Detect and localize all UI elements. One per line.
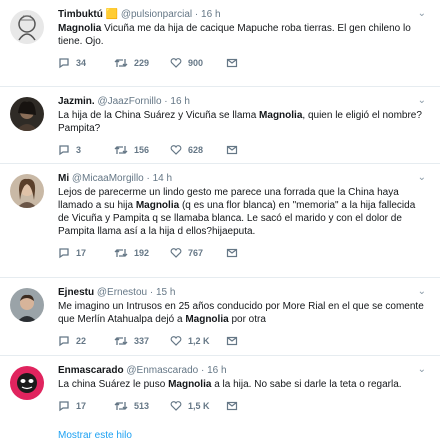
reply-button[interactable]: 34 <box>58 57 114 69</box>
chevron-down-icon[interactable]: ⌄ <box>418 95 426 106</box>
tweet-time[interactable]: 16 h <box>170 96 189 107</box>
tweet-time[interactable]: 16 h <box>207 365 226 376</box>
show-thread-link[interactable]: Mostrar este hilo <box>0 424 440 441</box>
highlighted-term: Magnolia <box>135 200 180 211</box>
reply-icon <box>59 401 69 412</box>
retweet-icon <box>114 337 128 345</box>
envelope-icon <box>226 248 238 258</box>
chevron-down-icon[interactable]: ⌄ <box>418 364 426 375</box>
reply-icon <box>59 336 69 347</box>
like-button[interactable]: 900 <box>170 57 226 69</box>
retweet-button[interactable]: 192 <box>114 247 170 259</box>
user-name[interactable]: Timbuktú <box>58 9 103 20</box>
heart-icon <box>170 145 182 155</box>
user-name[interactable]: Enmascarado <box>58 365 124 376</box>
avatar[interactable] <box>10 174 44 208</box>
user-handle[interactable]: @pulsionparcial <box>121 9 192 20</box>
retweet-icon <box>114 146 128 154</box>
highlighted-term: Magnolia <box>58 23 102 34</box>
retweet-button[interactable]: 156 <box>114 144 170 156</box>
highlighted-term: Magnolia <box>168 379 212 390</box>
chevron-down-icon[interactable]: ⌄ <box>418 172 426 183</box>
avatar[interactable] <box>10 97 44 131</box>
share-button[interactable] <box>226 335 282 347</box>
heart-icon <box>170 248 182 258</box>
chevron-down-icon[interactable]: ⌄ <box>418 8 426 19</box>
user-name[interactable]: Jazmin. <box>58 96 95 107</box>
avatar[interactable] <box>10 10 44 44</box>
reply-icon <box>59 58 69 69</box>
envelope-icon <box>226 401 238 411</box>
tweet-text: La hija de la China Suárez y Vicuña se l… <box>58 110 422 134</box>
reply-button[interactable]: 17 <box>58 400 114 412</box>
retweet-icon <box>114 402 128 410</box>
heart-icon <box>170 58 182 68</box>
reply-button[interactable]: 22 <box>58 335 114 347</box>
user-name[interactable]: Ejnestu <box>58 287 94 298</box>
tweet[interactable]: Jazmin. @JaazFornillo · 16 h ⌄ La hija d… <box>0 87 440 164</box>
share-button[interactable] <box>226 247 282 259</box>
reply-button[interactable]: 3 <box>58 144 114 156</box>
tweet[interactable]: Mi @MicaaMorgillo · 14 h ⌄ Lejos de pare… <box>0 164 440 278</box>
like-button[interactable]: 1,5 K <box>170 400 226 412</box>
retweet-icon <box>114 249 128 257</box>
retweet-icon <box>114 59 128 67</box>
tweet-text: Magnolia Vicuña me da hija de cacique Ma… <box>58 23 411 47</box>
envelope-icon <box>226 145 238 155</box>
user-name[interactable]: Mi <box>58 173 69 184</box>
tweet-time[interactable]: 15 h <box>156 287 175 298</box>
tweet-actions: 3 156 628 <box>58 138 426 162</box>
reply-icon <box>59 248 69 259</box>
tweet-text: Me imagino un Intrusos en 25 años conduc… <box>58 301 424 325</box>
highlighted-term: Magnolia <box>259 110 303 121</box>
reply-button[interactable]: 17 <box>58 247 114 259</box>
like-button[interactable]: 628 <box>170 144 226 156</box>
share-button[interactable] <box>226 57 282 69</box>
envelope-icon <box>226 336 238 346</box>
user-handle[interactable]: @Enmascarado <box>126 365 198 376</box>
reply-icon <box>59 145 69 156</box>
highlighted-term: Magnolia <box>185 314 229 325</box>
like-button[interactable]: 1,2 K <box>170 335 226 347</box>
badge-icon: 🟨 <box>105 9 119 20</box>
retweet-button[interactable]: 337 <box>114 335 170 347</box>
user-handle[interactable]: @JaazFornillo <box>97 96 161 107</box>
like-button[interactable]: 767 <box>170 247 226 259</box>
user-handle[interactable]: @Ernestou <box>97 287 147 298</box>
tweet[interactable]: Enmascarado @Enmascarado · 16 h ⌄ La chi… <box>0 356 440 424</box>
tweet[interactable]: Timbuktú 🟨 @pulsionparcial · 16 h ⌄ Magn… <box>0 0 440 87</box>
envelope-icon <box>226 58 238 68</box>
avatar[interactable] <box>10 366 44 400</box>
share-button[interactable] <box>226 400 282 412</box>
tweet-feed: Timbuktú 🟨 @pulsionparcial · 16 h ⌄ Magn… <box>0 0 440 443</box>
tweet-actions: 17 192 767 <box>58 241 426 265</box>
tweet-actions: 22 337 1,2 K <box>58 329 426 353</box>
user-handle[interactable]: @MicaaMorgillo <box>72 173 144 184</box>
avatar[interactable] <box>10 288 44 322</box>
tweet-time[interactable]: 16 h <box>201 9 220 20</box>
tweet-text: La china Suárez le puso Magnolia a la hi… <box>58 379 402 390</box>
chevron-down-icon[interactable]: ⌄ <box>418 286 426 297</box>
heart-icon <box>170 401 182 411</box>
tweet[interactable]: Ejnestu @Ernestou · 15 h ⌄ Me imagino un… <box>0 278 440 356</box>
tweet-actions: 34 229 900 <box>58 51 426 75</box>
retweet-button[interactable]: 513 <box>114 400 170 412</box>
tweet-time[interactable]: 14 h <box>153 173 172 184</box>
tweet-text: Lejos de parecerme un lindo gesto me par… <box>58 187 416 237</box>
share-button[interactable] <box>226 144 282 156</box>
retweet-button[interactable]: 229 <box>114 57 170 69</box>
tweet-actions: 17 513 1,5 K <box>58 394 426 418</box>
heart-icon <box>170 336 182 346</box>
